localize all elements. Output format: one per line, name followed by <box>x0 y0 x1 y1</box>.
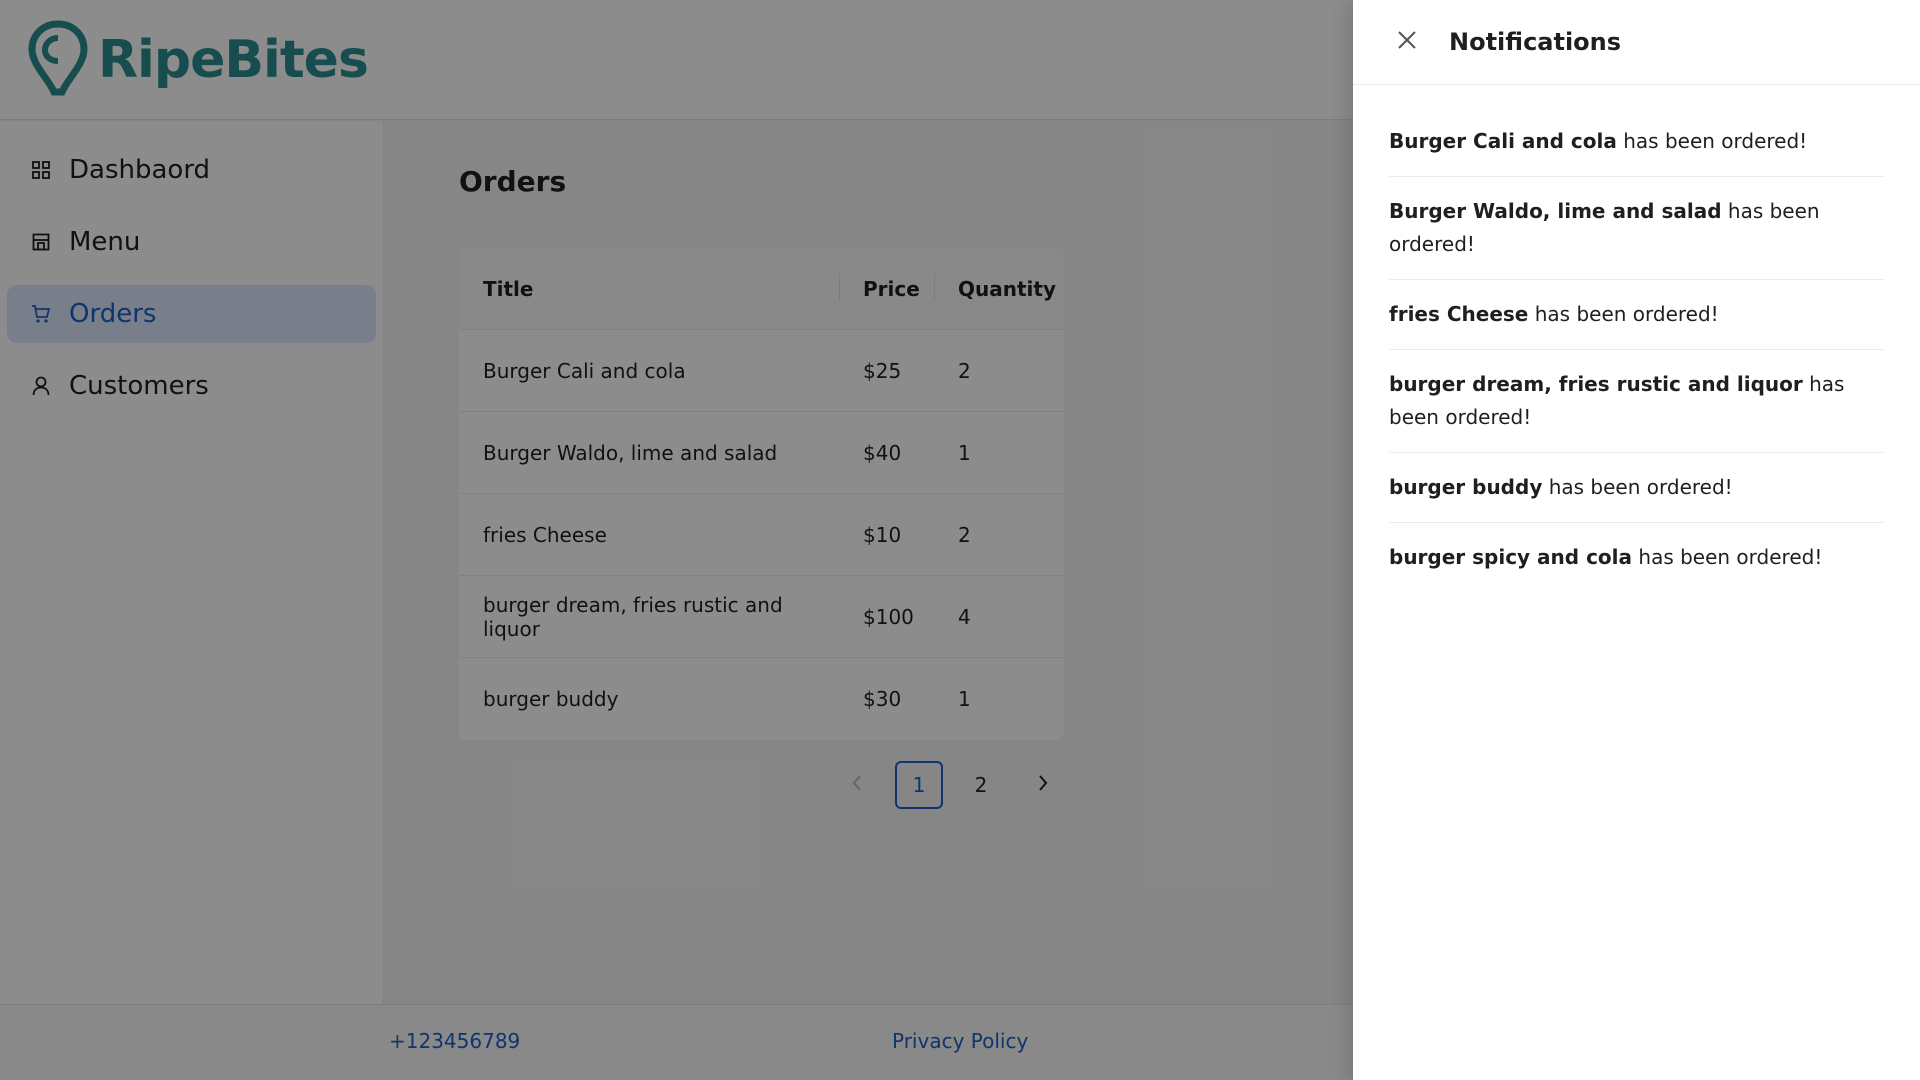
notification-item: burger dream, fries rustic and liquor ha… <box>1389 350 1884 453</box>
notification-list: Burger Cali and cola has been ordered! B… <box>1353 85 1920 592</box>
notification-item-text: has been ordered! <box>1616 129 1808 153</box>
close-icon <box>1397 30 1417 54</box>
notification-item-name: burger buddy <box>1389 475 1543 499</box>
notification-item-name: burger dream, fries rustic and liquor <box>1389 372 1803 396</box>
notification-item-name: Burger Cali and cola <box>1389 129 1617 153</box>
notifications-drawer: Notifications Burger Cali and cola has b… <box>1353 0 1920 1080</box>
notification-item-text: has been ordered! <box>1528 302 1719 326</box>
notification-item: Burger Waldo, lime and salad has been or… <box>1389 177 1884 280</box>
notification-item: Burger Cali and cola has been ordered! <box>1389 107 1884 177</box>
notification-item: burger buddy has been ordered! <box>1389 453 1884 523</box>
drawer-header: Notifications <box>1353 0 1920 85</box>
notification-item-name: fries Cheese <box>1389 302 1529 326</box>
notification-item-name: Burger Waldo, lime and salad <box>1389 199 1722 223</box>
notification-item: burger spicy and cola has been ordered! <box>1389 523 1884 592</box>
drawer-title: Notifications <box>1449 28 1622 56</box>
notification-item-name: burger spicy and cola <box>1389 545 1633 569</box>
notification-item: fries Cheese has been ordered! <box>1389 280 1884 350</box>
notification-item-text: has been ordered! <box>1632 545 1823 569</box>
close-button[interactable] <box>1395 30 1419 54</box>
notification-item-text: has been ordered! <box>1542 475 1733 499</box>
